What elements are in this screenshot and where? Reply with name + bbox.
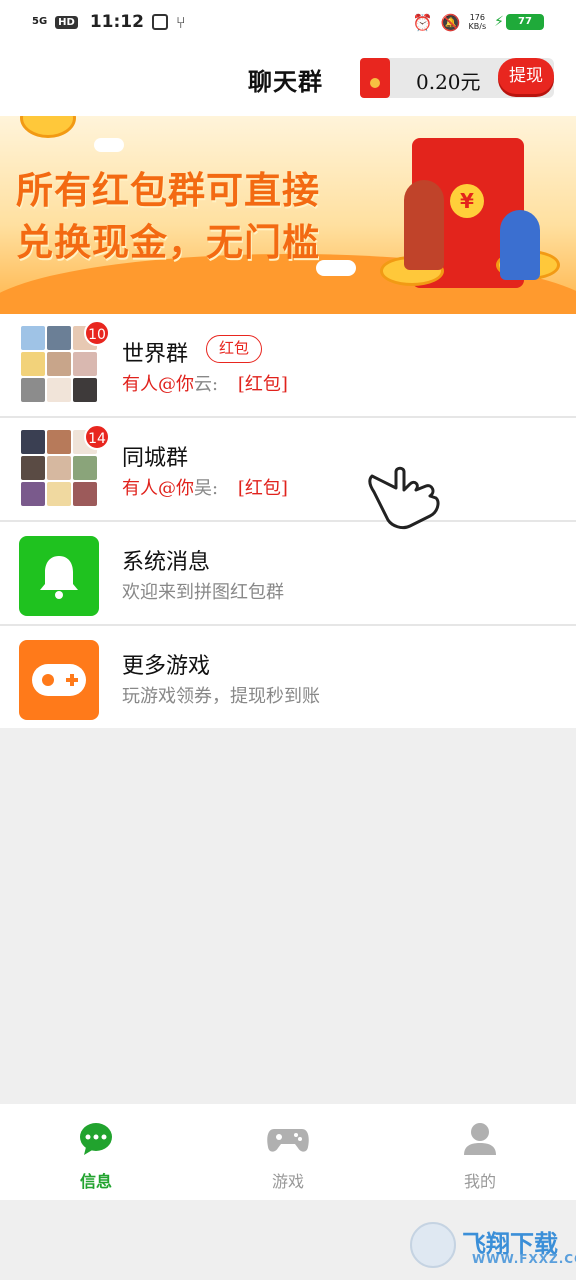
system-icon-tile <box>19 536 99 616</box>
tap-hint-hand-icon <box>368 466 440 530</box>
chat-subtitle: 玩游戏领券，提现秒到账 <box>122 686 320 707</box>
message-text: [红包] <box>237 374 288 395</box>
chat-row-more-games[interactable]: 更多游戏 玩游戏领券，提现秒到账 <box>0 626 576 728</box>
signal-indicator: 5G <box>32 16 48 27</box>
battery-level: 77 <box>506 14 544 30</box>
cloud-decoration <box>316 260 356 276</box>
status-bar: 5G HD 11:12 ⑂ ⏰ 🔕 176 KB/s ⚡ 77 <box>0 0 576 44</box>
chat-title: 更多游戏 <box>122 654 211 679</box>
chat-preview: 有人@你吴: [红包] <box>122 474 288 500</box>
message-text: [红包] <box>237 478 288 499</box>
bell-icon <box>40 556 78 599</box>
sender-name: 吴: <box>194 478 219 499</box>
unread-badge: 10 <box>84 320 110 346</box>
woman-figure-illustration <box>404 180 444 270</box>
gamepad-icon <box>267 1129 309 1152</box>
cloud-decoration <box>94 138 124 152</box>
bottom-navigation: 信息 游戏 我的 <box>0 1104 576 1200</box>
balance-amount: 0.20元 <box>416 70 481 94</box>
nav-tab-games[interactable]: 游戏 <box>192 1104 384 1200</box>
person-icon <box>464 1123 496 1155</box>
nav-tab-messages[interactable]: 信息 <box>0 1104 192 1200</box>
chat-subtitle: 欢迎来到拼图红包群 <box>122 582 284 603</box>
chat-list: 10 世界群 红包 有人@你云: [红包] 14 同城群 有人@你吴: [红包]… <box>0 314 576 728</box>
site-watermark: 飞翔下载 WWW.FXXZ.COM <box>410 1222 576 1270</box>
usb-icon: ⑂ <box>175 12 186 32</box>
net-speed: 176 KB/s <box>469 13 487 31</box>
yuan-coin-icon: ¥ <box>450 184 484 218</box>
chat-bubble-icon <box>80 1123 112 1155</box>
chat-title: 同城群 <box>122 446 189 471</box>
withdraw-button[interactable]: 提现 <box>498 58 554 94</box>
alarm-icon: ⏰ <box>412 12 433 32</box>
games-icon-tile <box>19 640 99 720</box>
woman-figure-illustration <box>500 210 540 280</box>
sender-name: 云: <box>194 374 219 395</box>
banner-subheadline: 兑换现金，无门槛 <box>16 221 320 264</box>
promo-banner[interactable]: 所有红包群可直接 兑换现金，无门槛 ¥ <box>0 116 576 314</box>
chat-row-city-group[interactable]: 14 同城群 有人@你吴: [红包] <box>0 418 576 522</box>
wallet-balance[interactable]: 0.20元 提现 <box>360 58 554 98</box>
watermark-url: WWW.FXXZ.COM <box>472 1252 576 1266</box>
nav-label: 游戏 <box>271 1172 304 1191</box>
mute-icon: 🔕 <box>440 12 461 32</box>
banner-headline: 所有红包群可直接 <box>16 169 320 212</box>
red-envelope-icon <box>360 58 390 98</box>
app-header: 聊天群 0.20元 提现 <box>0 44 576 116</box>
notification-icon <box>151 14 168 30</box>
charging-icon: ⚡ <box>494 14 504 30</box>
watermark-logo-icon <box>410 1222 456 1268</box>
nav-label: 我的 <box>463 1172 496 1191</box>
net-speed-unit: KB/s <box>468 22 487 31</box>
battery: ⚡ 77 <box>494 14 544 30</box>
mention-text: 有人@你 <box>122 478 194 499</box>
mention-text: 有人@你 <box>122 374 194 395</box>
chat-title: 世界群 <box>122 342 189 367</box>
gamepad-icon <box>32 664 86 696</box>
page-title: 聊天群 <box>248 67 323 96</box>
unread-badge: 14 <box>84 424 110 450</box>
nav-tab-profile[interactable]: 我的 <box>384 1104 576 1200</box>
status-time: 11:12 <box>89 12 144 32</box>
coin-decoration <box>20 116 76 138</box>
chat-row-system-messages[interactable]: 系统消息 欢迎来到拼图红包群 <box>0 522 576 626</box>
net-speed-value: 176 <box>469 13 485 22</box>
hd-indicator: HD <box>55 15 78 29</box>
red-packet-tag: 红包 <box>206 335 263 363</box>
nav-label: 信息 <box>79 1172 112 1191</box>
chat-row-world-group[interactable]: 10 世界群 红包 有人@你云: [红包] <box>0 314 576 418</box>
chat-preview: 有人@你云: [红包] <box>122 370 288 396</box>
chat-title: 系统消息 <box>122 550 211 575</box>
